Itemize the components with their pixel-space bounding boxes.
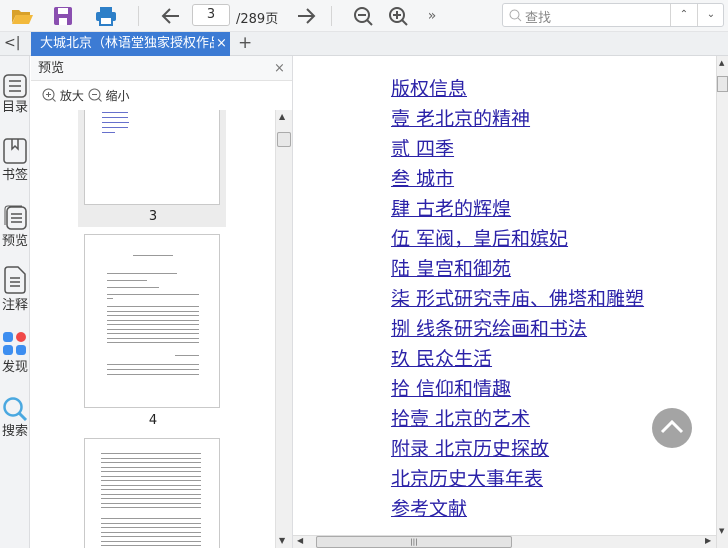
zoom-controls: 放大 缩小 — [42, 87, 130, 105]
zoom-out-icon[interactable] — [351, 4, 375, 28]
search-prev-button[interactable]: ⌃ — [671, 4, 697, 26]
thumbnail-image[interactable] — [84, 110, 220, 205]
print-icon[interactable] — [94, 4, 118, 28]
document-view: 版权信息壹 老北京的精神贰 四季叁 城市肆 古老的辉煌伍 军阀，皇后和嫔妃陆 皇… — [293, 56, 716, 535]
divider — [138, 6, 139, 26]
toc-link[interactable]: 拾壹 北京的艺术 — [391, 407, 530, 431]
tab-bar: <| 大城北京（林语堂独家授权作品 × + — [0, 32, 728, 56]
note-icon — [4, 266, 26, 294]
sidebar-item-bookmarks[interactable]: 书签 — [0, 138, 30, 183]
toc-link[interactable]: 伍 军阀，皇后和嫔妃 — [391, 227, 568, 251]
arrow-left-icon[interactable] — [159, 4, 183, 28]
more-icon[interactable]: » — [420, 4, 444, 28]
scrollbar-thumb[interactable]: ||| — [316, 536, 512, 548]
toc-link[interactable]: 陆 皇宫和御苑 — [391, 257, 511, 281]
sidebar-item-discover[interactable]: 发现 — [0, 332, 30, 375]
tab-title: 大城北京（林语堂独家授权作品 — [40, 36, 223, 51]
sidebar-item-label: 书签 — [1, 168, 28, 183]
list-icon — [3, 74, 27, 98]
toc-link[interactable]: 贰 四季 — [391, 137, 454, 161]
thumbnail-page-4[interactable] — [84, 234, 220, 408]
sidebar-item-label: 注释 — [1, 298, 28, 313]
search-icon — [3, 397, 28, 422]
search-next-button[interactable]: ⌄ — [698, 4, 724, 26]
save-icon[interactable] — [51, 4, 75, 28]
tab-close-button[interactable]: × — [214, 32, 227, 56]
page-number-input[interactable]: 3 — [192, 4, 230, 26]
toc-link[interactable]: 北京历史大事年表 — [391, 467, 543, 491]
toc-link[interactable]: 版权信息 — [391, 77, 467, 101]
zoom-in-icon[interactable] — [386, 4, 410, 28]
zoom-in-icon — [42, 88, 56, 102]
toolbar: 3 /289页 » 查找 ⌃ ⌄ — [0, 0, 728, 32]
document-horizontal-scrollbar[interactable]: ◀ ||| ▶ — [293, 535, 716, 548]
thumbnail-list: 3 4 — [31, 110, 275, 548]
preview-header: 预览 × — [31, 56, 292, 81]
search-icon — [509, 9, 522, 22]
scrollbar-thumb[interactable] — [277, 132, 291, 147]
toc-link[interactable]: 柒 形式研究寺庙、佛塔和雕塑 — [391, 287, 644, 311]
zoom-in-button[interactable]: 放大 — [42, 88, 84, 103]
scrollbar-thumb[interactable] — [717, 76, 728, 92]
zoom-out-button[interactable]: 缩小 — [88, 88, 130, 103]
zoom-out-label: 缩小 — [105, 89, 130, 103]
preview-close-button[interactable]: × — [274, 56, 285, 81]
sidebar-item-label: 目录 — [1, 100, 28, 115]
preview-panel: 预览 × 放大 缩小 3 4 ▲ ▼ — [31, 56, 293, 548]
new-tab-button[interactable]: + — [238, 33, 252, 53]
toc-link[interactable]: 拾 信仰和情趣 — [391, 377, 511, 401]
tab-document[interactable]: 大城北京（林语堂独家授权作品 × — [31, 32, 230, 56]
sidebar-item-search[interactable]: 搜索 — [0, 396, 30, 439]
divider — [331, 6, 332, 26]
sidebar-item-label: 预览 — [1, 234, 28, 249]
sidebar-item-label: 搜索 — [1, 424, 28, 439]
apps-icon — [3, 332, 26, 355]
toc-link[interactable]: 捌 线条研究绘画和书法 — [391, 317, 587, 341]
preview-scrollbar[interactable]: ▲ ▼ — [275, 110, 292, 548]
sidebar-item-notes[interactable]: 注释 — [0, 266, 30, 313]
back-to-top-button[interactable] — [652, 408, 692, 448]
toc-link[interactable]: 壹 老北京的精神 — [391, 107, 530, 131]
preview-icon — [4, 205, 27, 230]
document-vertical-scrollbar[interactable]: ▲ ▼ — [716, 56, 728, 548]
toc-link[interactable]: 叁 城市 — [391, 167, 454, 191]
toc-link[interactable]: 玖 民众生活 — [391, 347, 492, 371]
sidebar-item-toc[interactable]: 目录 — [0, 74, 30, 115]
toc-link[interactable]: 参考文献 — [391, 497, 467, 521]
thumbnail-label: 4 — [148, 413, 158, 428]
thumbnail-page-5[interactable] — [84, 438, 220, 548]
thumbnail-label: 3 — [148, 209, 158, 224]
page-total: /289页 — [236, 12, 279, 27]
toc-link[interactable]: 附录 北京历史探故 — [391, 437, 549, 461]
folder-open-icon[interactable] — [10, 4, 34, 28]
preview-title: 预览 — [38, 61, 65, 76]
sidebar-item-label: 发现 — [1, 360, 28, 375]
search-box[interactable]: 查找 ⌃ ⌄ — [502, 3, 724, 27]
toc-link[interactable]: 肆 古老的辉煌 — [391, 197, 511, 221]
zoom-out-icon — [88, 88, 102, 102]
collapse-sidebar-button[interactable]: <| — [4, 35, 20, 51]
search-input[interactable]: 查找 — [525, 7, 551, 26]
bookmark-icon — [3, 138, 27, 164]
arrow-right-icon[interactable] — [294, 4, 318, 28]
sidebar-item-preview[interactable]: 预览 — [0, 204, 30, 249]
chevron-up-icon — [660, 419, 684, 434]
sidebar-rail: 目录 书签 预览 注释 发现 搜索 — [0, 56, 30, 548]
zoom-in-label: 放大 — [59, 89, 84, 103]
